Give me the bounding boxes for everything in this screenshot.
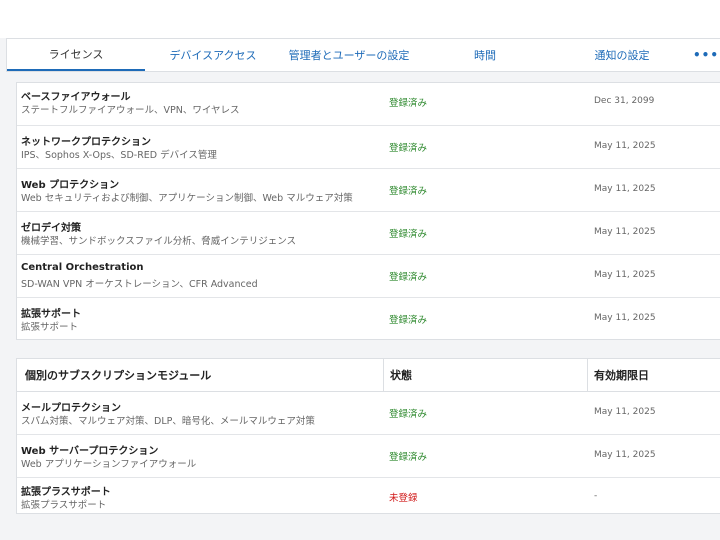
module-description: Web アプリケーションファイアウォール — [21, 459, 197, 470]
table-row: 拡張プラスサポート 拡張プラスサポート 未登録 - — [17, 478, 720, 521]
table-row: ベースファイアウォール ステートフルファイアウォール、VPN、ワイヤレス 登録済… — [17, 83, 720, 126]
table-row: Central Orchestration SD-WAN VPN オーケストレー… — [17, 255, 720, 298]
module-name: ゼロデイ対策 — [21, 223, 81, 234]
table-row: Web プロテクション Web セキュリティおよび制御、アプリケーション制御、W… — [17, 169, 720, 212]
expiry-date: May 11, 2025 — [594, 141, 656, 151]
status-text: 登録済み — [389, 272, 428, 283]
status-text: 登録済み — [389, 98, 428, 109]
module-name: 拡張プラスサポート — [21, 487, 111, 498]
top-band — [0, 0, 720, 38]
module-name: ベースファイアウォール — [21, 92, 131, 103]
module-description: 拡張サポート — [21, 322, 79, 333]
column-header-module: 個別のサブスクリプションモジュール — [17, 359, 384, 391]
module-name: Central Orchestration — [21, 262, 144, 273]
tab-time[interactable]: 時間 — [417, 39, 553, 71]
module-description: 機械学習、サンドボックスファイル分析、脅威インテリジェンス — [21, 236, 297, 247]
module-description: IPS、Sophos X-Ops、SD-RED デバイス管理 — [21, 150, 217, 161]
expiry-date: May 11, 2025 — [594, 450, 656, 460]
table-row: メールプロテクション スパム対策、マルウェア対策、DLP、暗号化、メールマルウェ… — [17, 392, 720, 435]
tab-admin-user-settings[interactable]: 管理者とユーザーの設定 — [281, 39, 417, 71]
expiry-date: - — [594, 491, 598, 501]
status-text: 登録済み — [389, 186, 428, 197]
table-row: Web サーバープロテクション Web アプリケーションファイアウォール 登録済… — [17, 435, 720, 478]
module-description: SD-WAN VPN オーケストレーション、CFR Advanced — [21, 279, 258, 290]
expiry-date: May 11, 2025 — [594, 270, 656, 280]
table-row: ゼロデイ対策 機械学習、サンドボックスファイル分析、脅威インテリジェンス 登録済… — [17, 212, 720, 255]
tab-license[interactable]: ライセンス — [7, 39, 145, 71]
table-row: ネットワークプロテクション IPS、Sophos X-Ops、SD-RED デバ… — [17, 126, 720, 169]
module-name: Web プロテクション — [21, 180, 120, 191]
table-row: 拡張サポート 拡張サポート 登録済み May 11, 2025 — [17, 298, 720, 341]
tab-notification-settings[interactable]: 通知の設定 — [553, 39, 691, 71]
status-text: 登録済み — [389, 143, 428, 154]
expiry-date: May 11, 2025 — [594, 407, 656, 417]
expiry-date: May 11, 2025 — [594, 313, 656, 323]
column-header-status: 状態 — [384, 359, 588, 391]
module-description: Web セキュリティおよび制御、アプリケーション制御、Web マルウェア対策 — [21, 193, 353, 204]
tab-device-access[interactable]: デバイスアクセス — [145, 39, 281, 71]
status-text: 未登録 — [389, 493, 418, 504]
tab-bar: ライセンス デバイスアクセス 管理者とユーザーの設定 時間 通知の設定 ••• — [6, 38, 720, 72]
module-description: ステートフルファイアウォール、VPN、ワイヤレス — [21, 105, 240, 116]
expiry-date: Dec 31, 2099 — [594, 96, 655, 106]
module-name: ネットワークプロテクション — [21, 137, 151, 148]
status-text: 登録済み — [389, 315, 428, 326]
module-description: 拡張プラスサポート — [21, 500, 107, 511]
module-name: Web サーバープロテクション — [21, 446, 159, 457]
expiry-date: May 11, 2025 — [594, 227, 656, 237]
column-header-expiry: 有効期限日 — [594, 369, 649, 382]
individual-subscriptions-table: 個別のサブスクリプションモジュール 状態 有効期限日 メールプロテクション スパ… — [16, 358, 720, 514]
status-text: 登録済み — [389, 229, 428, 240]
table-header: 個別のサブスクリプションモジュール 状態 有効期限日 — [17, 359, 720, 392]
status-text: 登録済み — [389, 452, 428, 463]
base-modules-table: ベースファイアウォール ステートフルファイアウォール、VPN、ワイヤレス 登録済… — [16, 82, 720, 340]
status-text: 登録済み — [389, 409, 428, 420]
module-name: 拡張サポート — [21, 309, 81, 320]
expiry-date: May 11, 2025 — [594, 184, 656, 194]
ellipsis-icon[interactable]: ••• — [691, 39, 720, 71]
module-name: メールプロテクション — [21, 403, 121, 414]
module-description: スパム対策、マルウェア対策、DLP、暗号化、メールマルウェア対策 — [21, 416, 315, 427]
